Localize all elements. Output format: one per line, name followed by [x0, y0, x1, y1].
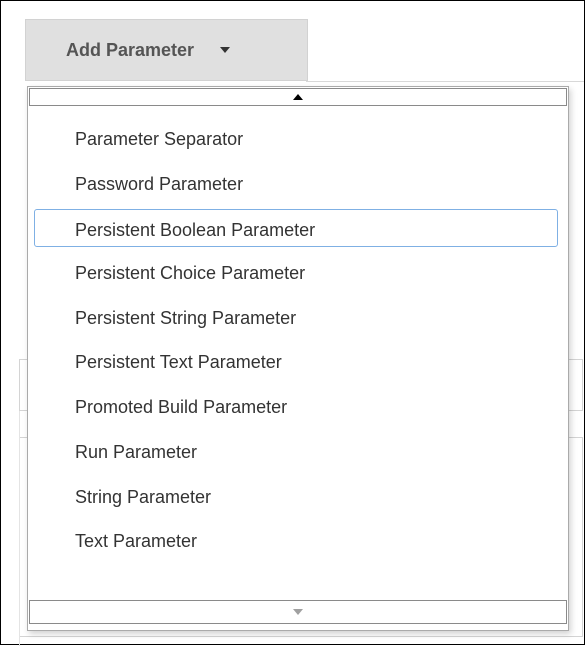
menu-item[interactable]: Persistent Text Parameter	[28, 340, 568, 385]
menu-item[interactable]: Password Parameter	[28, 162, 568, 207]
scroll-down-button[interactable]	[29, 600, 567, 624]
add-parameter-label: Add Parameter	[66, 39, 195, 60]
arrow-down-icon	[293, 609, 303, 615]
menu-item-focused[interactable]: Persistent Boolean Parameter	[34, 209, 558, 248]
menu-item[interactable]: String Parameter	[28, 475, 568, 520]
menu-item[interactable]: Persistent String Parameter	[28, 296, 568, 341]
parameter-type-menu[interactable]: Parameter Separator Password Parameter P…	[27, 86, 569, 631]
arrow-up-icon	[293, 94, 303, 100]
menu-item[interactable]: Run Parameter	[28, 430, 568, 475]
window-frame: Add Parameter Parameter Separator Passwo…	[0, 0, 585, 646]
menu-item[interactable]: Persistent Choice Parameter	[28, 251, 568, 296]
divider	[19, 411, 20, 646]
scroll-up-button[interactable]	[29, 88, 567, 106]
add-parameter-button[interactable]: Add Parameter	[25, 19, 308, 81]
divider	[306, 81, 584, 82]
menu-item[interactable]: Parameter Separator	[28, 117, 568, 162]
menu-item[interactable]: Promoted Build Parameter	[28, 385, 568, 430]
menu-item[interactable]: Text Parameter	[28, 519, 568, 564]
menu-items: Parameter Separator Password Parameter P…	[28, 117, 568, 564]
caret-down-icon	[220, 47, 231, 53]
